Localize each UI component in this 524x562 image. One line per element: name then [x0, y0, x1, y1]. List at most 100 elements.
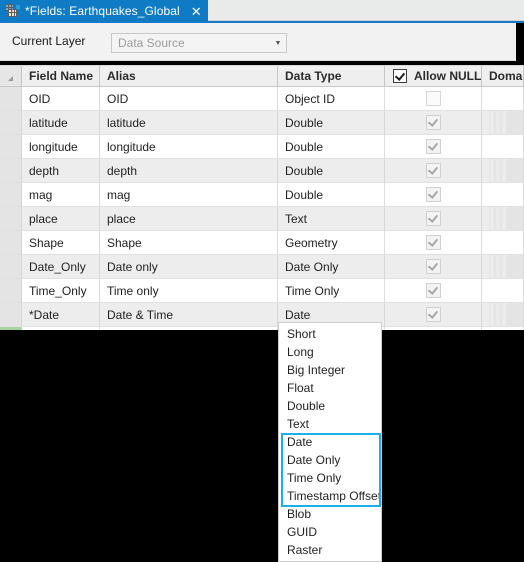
dropdown-option-float[interactable]: Float [279, 379, 381, 397]
cell-domain[interactable] [482, 231, 524, 254]
allow-null-select-all-checkbox[interactable] [393, 69, 407, 83]
dropdown-option-big-integer[interactable]: Big Integer [279, 361, 381, 379]
allow-null-checkbox[interactable] [425, 163, 441, 178]
allow-null-checkbox[interactable] [425, 187, 441, 202]
cell-data-type[interactable]: Double [278, 135, 385, 158]
dropdown-option-short[interactable]: Short [279, 325, 381, 343]
cell-field-name[interactable]: Shape [22, 231, 100, 254]
cell-allow-null[interactable] [385, 327, 482, 330]
row-selector[interactable] [0, 279, 22, 302]
header-field-name[interactable]: Field Name [22, 66, 100, 86]
cell-data-type[interactable]: Date Only [278, 255, 385, 278]
cell-allow-null[interactable] [385, 279, 482, 302]
header-domain[interactable]: Domain [482, 66, 524, 86]
table-row[interactable]: mag mag Double [0, 183, 524, 207]
table-row[interactable]: longitude longitude Double [0, 135, 524, 159]
cell-domain[interactable] [482, 135, 524, 158]
cell-data-type[interactable]: Double [278, 159, 385, 182]
table-row[interactable]: latitude latitude Double [0, 111, 524, 135]
close-icon[interactable]: ✕ [189, 5, 204, 18]
allow-null-checkbox[interactable] [425, 139, 441, 154]
header-alias[interactable]: Alias [100, 66, 278, 86]
dropdown-option-timestamp-offset[interactable]: Timestamp Offset [279, 487, 381, 505]
cell-allow-null[interactable] [385, 303, 482, 326]
table-row[interactable]: Shape Shape Geometry [0, 231, 524, 255]
row-selector[interactable] [0, 183, 22, 206]
cell-domain[interactable] [482, 279, 524, 302]
cell-allow-null[interactable] [385, 207, 482, 230]
allow-null-checkbox[interactable] [425, 235, 441, 250]
dropdown-option-time-only[interactable]: Time Only [279, 469, 381, 487]
cell-domain[interactable] [482, 255, 524, 278]
allow-null-checkbox[interactable] [425, 307, 441, 322]
table-row[interactable]: place place Text [0, 207, 524, 231]
cell-domain[interactable] [482, 207, 524, 230]
cell-field-name[interactable]: Time_Only [22, 279, 100, 302]
cell-domain[interactable] [482, 159, 524, 182]
allow-null-checkbox[interactable] [425, 211, 441, 226]
table-row[interactable]: *Date Date & Time Date [0, 303, 524, 327]
row-selector[interactable] [0, 87, 22, 110]
dropdown-option-blob[interactable]: Blob [279, 505, 381, 523]
dropdown-option-long[interactable]: Long [279, 343, 381, 361]
cell-data-type[interactable]: Text [278, 207, 385, 230]
cell-domain[interactable] [482, 183, 524, 206]
cell-alias[interactable]: Date & Time [100, 303, 278, 326]
header-allow-null[interactable]: Allow NULL [385, 66, 482, 86]
dropdown-option-date-only[interactable]: Date Only [279, 451, 381, 469]
cell-field-name[interactable]: Date_Only [22, 255, 100, 278]
dropdown-option-double[interactable]: Double [279, 397, 381, 415]
cell-data-type[interactable]: Object ID [278, 87, 385, 110]
table-row[interactable]: Time_Only Time only Time Only [0, 279, 524, 303]
dropdown-option-raster[interactable]: Raster [279, 541, 381, 559]
cell-allow-null[interactable] [385, 87, 482, 110]
cell-alias[interactable]: Shape [100, 231, 278, 254]
cell-alias[interactable]: OID [100, 87, 278, 110]
cell-domain[interactable] [482, 327, 524, 330]
cell-domain[interactable] [482, 111, 524, 134]
cell-alias[interactable]: Date only [100, 255, 278, 278]
row-selector[interactable] [0, 207, 22, 230]
row-selector[interactable] [0, 135, 22, 158]
cell-domain[interactable] [482, 87, 524, 110]
cell-domain[interactable] [482, 303, 524, 326]
row-selector[interactable] [0, 303, 22, 326]
cell-allow-null[interactable] [385, 159, 482, 182]
cell-allow-null[interactable] [385, 231, 482, 254]
row-selector[interactable] [0, 111, 22, 134]
cell-field-name[interactable]: latitude [22, 111, 100, 134]
table-row[interactable]: OID OID Object ID [0, 87, 524, 111]
cell-alias[interactable]: longitude [100, 135, 278, 158]
tab-fields-earthquakes-global[interactable]: *Fields: Earthquakes_Global ✕ [0, 0, 208, 22]
cell-field-name[interactable]: place [22, 207, 100, 230]
cell-data-type[interactable]: Geometry [278, 231, 385, 254]
cell-alias[interactable]: place [100, 207, 278, 230]
cell-field-name[interactable]: *Date [22, 303, 100, 326]
cell-field-name[interactable]: OID [22, 87, 100, 110]
cell-alias[interactable]: mag [100, 183, 278, 206]
cell-alias[interactable]: latitude [100, 111, 278, 134]
row-selector-active[interactable] [0, 327, 22, 330]
allow-null-checkbox[interactable] [425, 259, 441, 274]
cell-allow-null[interactable] [385, 255, 482, 278]
row-selector[interactable] [0, 159, 22, 182]
cell-allow-null[interactable] [385, 183, 482, 206]
table-row-selected[interactable]: Date_with_TZ Date & Time with Timezone O… [0, 327, 524, 330]
cell-field-name[interactable]: longitude [22, 135, 100, 158]
cell-data-type[interactable]: Double [278, 183, 385, 206]
cell-allow-null[interactable] [385, 111, 482, 134]
table-row[interactable]: Date_Only Date only Date Only [0, 255, 524, 279]
cell-alias[interactable]: depth [100, 159, 278, 182]
cell-allow-null[interactable] [385, 135, 482, 158]
cell-data-type[interactable]: Time Only [278, 279, 385, 302]
cell-alias[interactable]: Time only [100, 279, 278, 302]
row-selector[interactable] [0, 231, 22, 254]
current-layer-select[interactable]: Data Source ▼ [111, 33, 287, 53]
header-data-type[interactable]: Data Type [278, 66, 385, 86]
allow-null-checkbox[interactable] [425, 115, 441, 130]
cell-alias[interactable]: Date & Time with Timezone Offset [100, 327, 278, 330]
cell-field-name[interactable]: Date_with_TZ [22, 327, 100, 330]
header-corner-cell[interactable] [0, 66, 22, 86]
allow-null-checkbox[interactable] [425, 91, 441, 106]
cell-field-name[interactable]: depth [22, 159, 100, 182]
